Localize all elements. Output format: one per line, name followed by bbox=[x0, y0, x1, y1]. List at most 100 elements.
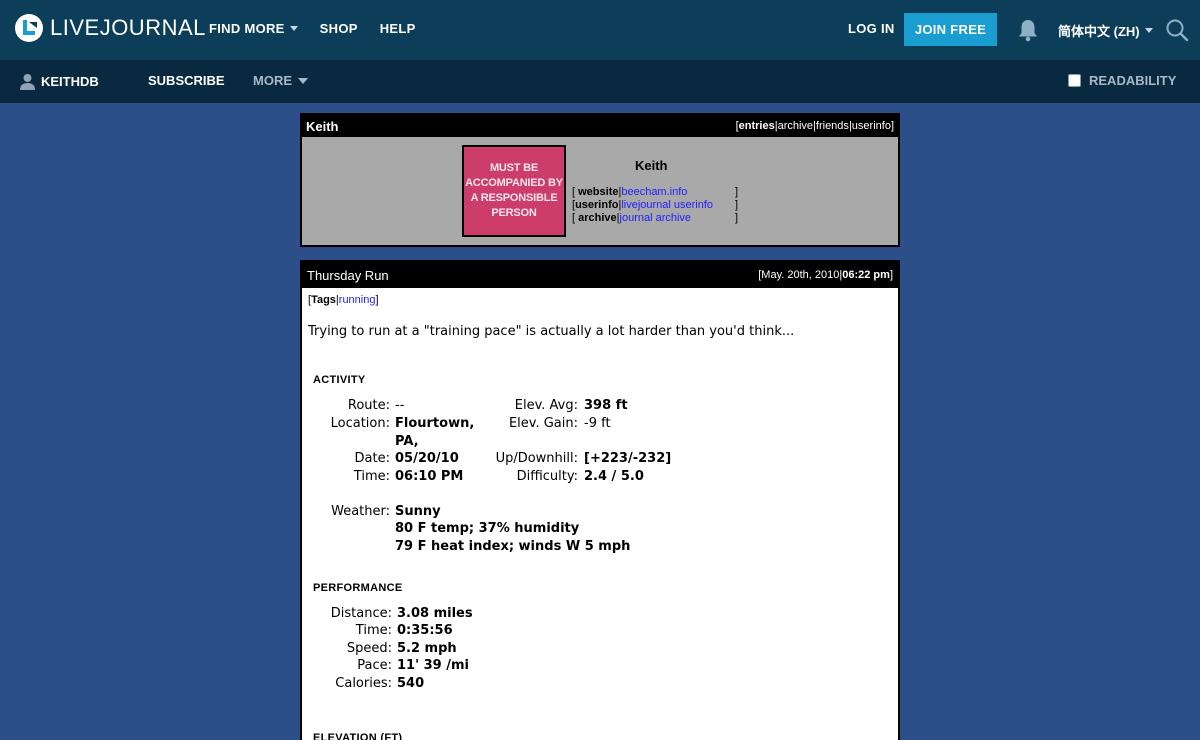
weather-value-line3: 79 F heat index; winds W 5 mph bbox=[395, 539, 631, 554]
entry-time: 06:22 pm bbox=[842, 269, 890, 281]
entry-intro: Trying to run at a "training pace" is ac… bbox=[308, 324, 795, 339]
nav-entries[interactable]: entries bbox=[739, 120, 775, 132]
bracket-open: [ bbox=[572, 212, 576, 224]
speed-value: 5.2 mph bbox=[397, 641, 457, 656]
profile-link-label: userinfo bbox=[575, 199, 619, 211]
profile-link-label: website bbox=[578, 186, 619, 198]
chevron-down-icon bbox=[298, 77, 308, 84]
profile-nav: [entries|archive|friends|userinfo] bbox=[736, 120, 894, 132]
login-link[interactable]: LOG IN bbox=[848, 21, 895, 36]
profile-header: Keith [entries|archive|friends|userinfo] bbox=[302, 115, 898, 137]
entry-title[interactable]: Thursday Run bbox=[307, 268, 389, 283]
profile-links: [ website|beecham.info] [userinfo|livejo… bbox=[572, 186, 742, 225]
language-label: 简体中文 (ZH) bbox=[1058, 24, 1140, 39]
up-downhill-value: [+223/-232] bbox=[584, 451, 672, 466]
bracket-close: ] bbox=[734, 199, 738, 211]
entry-header: Thursday Run [May. 20th, 2010|06:22 pm] bbox=[302, 262, 898, 288]
elev-avg-value: 398 ft bbox=[584, 398, 628, 413]
calories-label: Calories: bbox=[335, 676, 392, 691]
difficulty-value: 2.4 / 5.0 bbox=[584, 469, 644, 484]
bell-icon[interactable] bbox=[1017, 18, 1039, 42]
chevron-down-icon bbox=[1144, 28, 1153, 33]
bracket-close: ] bbox=[734, 186, 738, 198]
elev-avg-label: Elev. Avg: bbox=[514, 398, 578, 413]
tags-label: Tags bbox=[311, 294, 336, 306]
nav-shop[interactable]: SHOP bbox=[320, 21, 358, 36]
nav-userinfo[interactable]: userinfo bbox=[852, 120, 891, 132]
performance-heading: PERFORMANCE bbox=[313, 582, 403, 594]
profile-link-row: [userinfo|livejournal userinfo] bbox=[572, 199, 742, 212]
nav-friends[interactable]: friends bbox=[816, 120, 849, 132]
journal-username: KEITHDB bbox=[41, 74, 99, 89]
time-value: 06:10 PM bbox=[395, 469, 464, 484]
nav-shop-label: SHOP bbox=[319, 21, 358, 36]
archive-link[interactable]: journal archive bbox=[620, 212, 692, 224]
search-icon[interactable] bbox=[1165, 18, 1189, 42]
date-value: 05/20/10 bbox=[395, 451, 459, 466]
journal-entry: Thursday Run [May. 20th, 2010|06:22 pm] … bbox=[300, 260, 900, 740]
nav-help[interactable]: HELP bbox=[380, 21, 416, 36]
journal-user[interactable]: KEITHDB bbox=[20, 73, 99, 90]
route-label: Route: bbox=[347, 398, 390, 413]
nav-find-more-label: FIND MORE bbox=[209, 21, 285, 36]
speed-label: Speed: bbox=[346, 641, 392, 656]
user-icon bbox=[20, 74, 35, 90]
more-label: MORE bbox=[253, 73, 292, 88]
entry-datetime: [May. 20th, 2010|06:22 pm] bbox=[758, 269, 893, 281]
livejournal-logo[interactable]: LIVEJOURNAL bbox=[14, 13, 206, 43]
nav-help-label: HELP bbox=[379, 21, 416, 36]
join-free-button[interactable]: JOIN FREE bbox=[904, 13, 997, 46]
bracket-close: ] bbox=[890, 120, 894, 132]
top-nav: FIND MORE SHOP HELP bbox=[209, 21, 438, 36]
calories-value: 540 bbox=[397, 676, 425, 691]
pace-label: Pace: bbox=[357, 658, 392, 673]
entry-date: May. 20th, 2010 bbox=[761, 269, 840, 281]
language-selector[interactable]: 简体中文 (ZH) bbox=[1058, 21, 1153, 40]
profile-title: Keith bbox=[635, 158, 668, 173]
readability-toggle[interactable]: READABILITY bbox=[1068, 73, 1176, 88]
duration-label: Time: bbox=[355, 623, 392, 638]
userpic: MUST BE ACCOMPANIED BY A RESPONSIBLE PER… bbox=[462, 145, 566, 237]
elev-gain-label: Elev. Gain: bbox=[508, 416, 578, 431]
location-label: Location: bbox=[330, 416, 390, 431]
top-header: LIVEJOURNAL FIND MORE SHOP HELP LOG IN J… bbox=[0, 0, 1200, 60]
location-value-line2: PA, bbox=[395, 434, 419, 449]
bracket-open: [ bbox=[572, 186, 576, 198]
date-label: Date: bbox=[354, 451, 390, 466]
elevation-heading: ELEVATION (FT) bbox=[313, 732, 403, 740]
distance-value: 3.08 miles bbox=[397, 606, 473, 621]
location-value: Flourtown, bbox=[395, 416, 475, 431]
readability-checkbox[interactable] bbox=[1068, 74, 1081, 87]
elev-gain-value: -9 ft bbox=[584, 416, 611, 431]
profile-box: Keith [entries|archive|friends|userinfo]… bbox=[300, 113, 900, 247]
readability-label: READABILITY bbox=[1089, 73, 1177, 88]
userpic-text: MUST BE ACCOMPANIED BY A RESPONSIBLE PER… bbox=[465, 162, 563, 219]
profile-link-row: [ archive|journal archive] bbox=[572, 212, 742, 225]
up-downhill-label: Up/Downhill: bbox=[495, 451, 578, 466]
weather-value: Sunny bbox=[395, 504, 441, 519]
more-menu[interactable]: MORE bbox=[253, 73, 308, 88]
livejournal-logo-icon bbox=[15, 14, 43, 42]
journal-toolbar: KEITHDB SUBSCRIBE MORE READABILITY bbox=[0, 60, 1200, 103]
profile-header-name: Keith bbox=[306, 118, 339, 134]
route-value: -- bbox=[395, 398, 405, 413]
activity-heading: ACTIVITY bbox=[313, 374, 366, 386]
website-link[interactable]: beecham.info bbox=[621, 186, 687, 198]
difficulty-label: Difficulty: bbox=[516, 469, 578, 484]
logo-text: LIVEJOURNAL bbox=[50, 15, 206, 40]
chevron-down-icon bbox=[289, 26, 298, 31]
userinfo-link[interactable]: livejournal userinfo bbox=[621, 199, 713, 211]
entry-tags: [Tags|running] bbox=[308, 294, 379, 306]
distance-label: Distance: bbox=[330, 606, 392, 621]
tag-link[interactable]: running bbox=[339, 294, 376, 306]
time-label: Time: bbox=[353, 469, 390, 484]
weather-value-line2: 80 F temp; 37% humidity bbox=[395, 521, 580, 536]
profile-link-label: archive bbox=[578, 212, 617, 224]
bracket-close: ] bbox=[734, 212, 738, 224]
duration-value: 0:35:56 bbox=[397, 623, 453, 638]
profile-link-row: [ website|beecham.info] bbox=[572, 186, 742, 199]
nav-find-more[interactable]: FIND MORE bbox=[209, 21, 298, 36]
subscribe-button[interactable]: SUBSCRIBE bbox=[148, 73, 225, 88]
nav-archive[interactable]: archive bbox=[778, 120, 813, 132]
weather-label: Weather: bbox=[331, 504, 390, 519]
